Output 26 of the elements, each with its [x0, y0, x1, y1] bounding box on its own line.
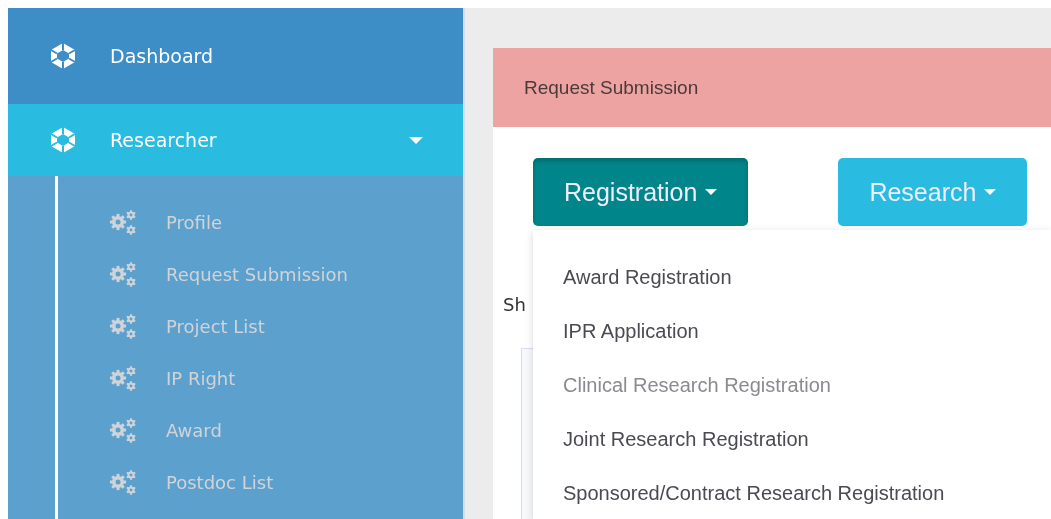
- gears-icon: [108, 259, 138, 289]
- dropdown-item[interactable]: IPR Application: [533, 304, 1051, 358]
- submenu-item[interactable]: IP Right: [58, 352, 463, 404]
- gears-icon: [108, 363, 138, 393]
- show-label: Sh: [503, 294, 526, 315]
- submenu-item[interactable]: Project List: [58, 300, 463, 352]
- sidebar-item[interactable]: Dashboard: [8, 8, 463, 104]
- cube-icon: [48, 125, 78, 155]
- sidebar-item[interactable]: Researcher: [8, 104, 463, 176]
- submenu-item[interactable]: Profile: [58, 196, 463, 248]
- dropdown-item[interactable]: Award Registration: [533, 250, 1051, 304]
- gears-icon: [108, 415, 138, 445]
- gears-icon: [108, 467, 138, 497]
- submenu-item[interactable]: Request Submission: [58, 248, 463, 300]
- dropdown-button[interactable]: Research: [838, 158, 1028, 226]
- dropdown-item[interactable]: Sponsored/Contract Research Registration: [533, 466, 1051, 519]
- submenu-item[interactable]: Postdoc List: [58, 456, 463, 508]
- dropdown-item[interactable]: Joint Research Registration: [533, 412, 1051, 466]
- gears-icon: [108, 207, 138, 237]
- submenu-item[interactable]: Award: [58, 404, 463, 456]
- caret-icon: [705, 189, 718, 195]
- card-title: Request Submission: [493, 48, 1051, 127]
- caret-icon: [984, 189, 997, 195]
- dropdown-button[interactable]: Registration: [533, 158, 749, 226]
- cube-icon: [48, 41, 78, 71]
- gears-icon: [108, 311, 138, 341]
